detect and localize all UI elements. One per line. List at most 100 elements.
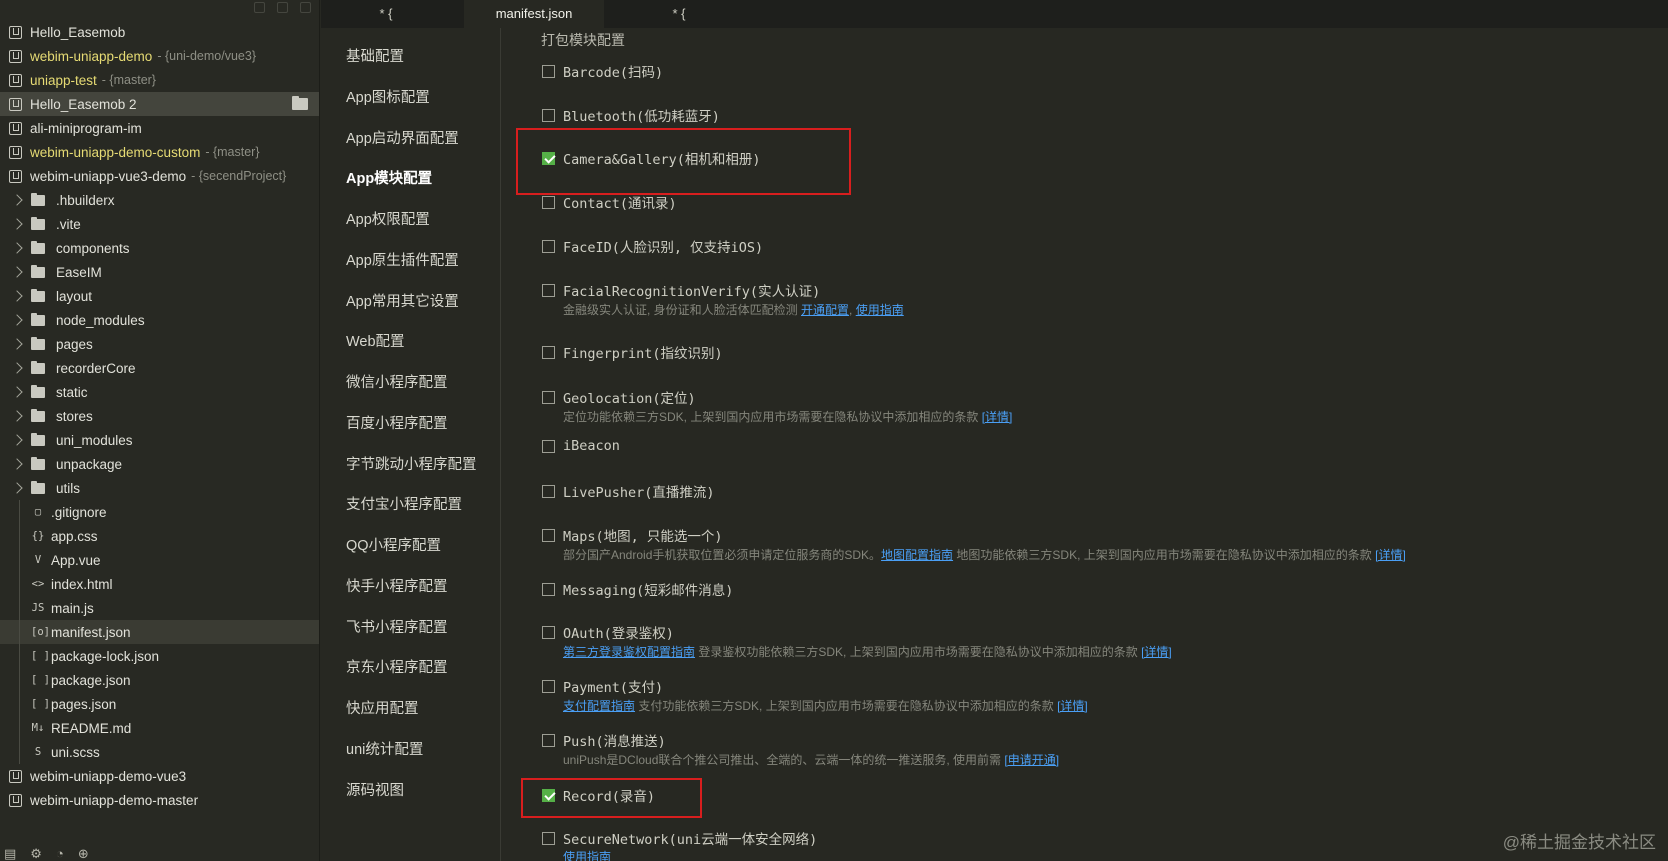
checkbox[interactable] [542,195,555,209]
project-row[interactable]: webim-uniapp-vue3-demo - {secendProject} [0,164,319,188]
link-usage-guide[interactable]: 使用指南 [563,850,611,861]
nav-app-other[interactable]: App常用其它设置 [346,290,459,311]
link-oauth-guide[interactable]: 第三方登录鉴权配置指南 [563,645,695,659]
link-map-guide[interactable]: 地图配置指南 [881,548,953,562]
module-securenetwork[interactable]: SecureNetwork(uni云端一体安全网络) [542,828,817,848]
file-row[interactable]: M↓ README.md [0,716,319,740]
project-row[interactable]: ali-miniprogram-im [0,116,319,140]
checkbox[interactable] [542,831,555,845]
panel-icon[interactable]: ▤ [4,847,16,861]
file-row-selected[interactable]: [o] manifest.json [0,620,319,644]
checkbox[interactable] [542,625,555,639]
folder-row[interactable]: pages [0,332,319,356]
module-livepusher[interactable]: LivePusher(直播推流) [542,481,715,501]
module-geolocation[interactable]: Geolocation(定位) [542,387,696,407]
checkbox[interactable] [542,679,555,693]
checkbox[interactable] [542,64,555,78]
checkbox[interactable] [542,283,555,297]
nav-web[interactable]: Web配置 [346,330,405,351]
nav-source-view[interactable]: 源码视图 [346,779,404,800]
folder-row[interactable]: node_modules [0,308,319,332]
nav-feishu[interactable]: 飞书小程序配置 [346,616,448,637]
file-row[interactable]: [ ] pages.json [0,692,319,716]
module-ibeacon[interactable]: iBeacon [542,438,620,454]
project-row-selected[interactable]: Hello_Easemob 2 [0,92,319,116]
module-oauth[interactable]: OAuth(登录鉴权) [542,622,674,642]
checkbox[interactable] [542,108,555,122]
folder-row[interactable]: utils [0,476,319,500]
checkbox[interactable] [542,528,555,542]
project-row[interactable]: webim-uniapp-demo-master [0,788,319,812]
sync-icon[interactable]: ◔ [56,847,64,861]
editor-tab[interactable]: * { [604,0,754,28]
link-enable-config[interactable]: 开通配置 [801,303,849,317]
file-row[interactable]: {} app.css [0,524,319,548]
project-row[interactable]: webim-uniapp-demo - {uni-demo/vue3} [0,44,319,68]
file-row[interactable]: JS main.js [0,596,319,620]
nav-app-modules[interactable]: App模块配置 [346,167,432,188]
link-usage-guide[interactable]: 使用指南 [856,303,904,317]
link-details[interactable]: [详情] [1057,699,1088,713]
nav-quickapp[interactable]: 快应用配置 [346,697,419,718]
open-folder-icon[interactable] [292,96,308,110]
nav-app-permissions[interactable]: App权限配置 [346,208,430,229]
module-maps[interactable]: Maps(地图, 只能选一个) [542,525,723,545]
checkbox[interactable] [542,345,555,359]
globe-icon[interactable]: ⊕ [78,847,89,861]
file-row[interactable]: [ ] package.json [0,668,319,692]
new-file-icon[interactable] [277,2,288,13]
nav-basic[interactable]: 基础配置 [346,45,404,66]
project-row[interactable]: webim-uniapp-demo-custom - {master} [0,140,319,164]
module-faceid[interactable]: FaceID(人脸识别, 仅支持iOS) [542,236,763,256]
nav-kuaishou[interactable]: 快手小程序配置 [346,575,448,596]
nav-app-icon[interactable]: App图标配置 [346,86,430,107]
link-payment-guide[interactable]: 支付配置指南 [563,699,635,713]
folder-row[interactable]: .hbuilderx [0,188,319,212]
checkbox[interactable] [542,733,555,747]
nav-alipay[interactable]: 支付宝小程序配置 [346,493,462,514]
folder-row[interactable]: uni_modules [0,428,319,452]
nav-qq[interactable]: QQ小程序配置 [346,534,441,555]
folder-row[interactable]: components [0,236,319,260]
folder-row[interactable]: EaseIM [0,260,319,284]
folder-row[interactable]: .vite [0,212,319,236]
module-contact[interactable]: Contact(通讯录) [542,192,677,212]
module-bluetooth[interactable]: Bluetooth(低功耗蓝牙) [542,105,720,125]
checkbox[interactable] [542,484,555,498]
nav-jd[interactable]: 京东小程序配置 [346,656,448,677]
nav-uni-stat[interactable]: uni统计配置 [346,738,423,759]
checkbox[interactable] [542,239,555,253]
file-row[interactable]: ▢ .gitignore [0,500,319,524]
link-details[interactable]: [详情] [1375,548,1406,562]
module-fingerprint[interactable]: Fingerprint(指纹识别) [542,342,723,362]
nav-app-splash[interactable]: App启动界面配置 [346,127,459,148]
file-row[interactable]: Suni.scss [0,740,319,764]
file-row[interactable]: V App.vue [0,548,319,572]
module-push[interactable]: Push(消息推送) [542,730,666,750]
project-row[interactable]: uniapp-test - {master} [0,68,319,92]
editor-tab-manifest[interactable]: manifest.json [464,0,604,28]
file-row[interactable]: <> index.html [0,572,319,596]
project-row[interactable]: Hello_Easemob [0,20,319,44]
checkbox[interactable] [542,439,555,453]
nav-app-native-plugins[interactable]: App原生插件配置 [346,249,459,270]
module-barcode[interactable]: Barcode(扫码) [542,61,663,81]
menu-icon[interactable] [300,2,311,13]
link-details[interactable]: [详情] [1141,645,1172,659]
collapse-icon[interactable] [254,2,265,13]
folder-row[interactable]: stores [0,404,319,428]
folder-row[interactable]: static [0,380,319,404]
file-row[interactable]: [ ] package-lock.json [0,644,319,668]
folder-row[interactable]: layout [0,284,319,308]
link-apply[interactable]: [申请开通] [1004,753,1059,767]
link-details[interactable]: [详情] [982,410,1013,424]
editor-tab[interactable]: * { [321,0,451,28]
nav-baidu[interactable]: 百度小程序配置 [346,412,448,433]
nav-toutiao[interactable]: 字节跳动小程序配置 [346,453,477,474]
nav-weixin[interactable]: 微信小程序配置 [346,371,448,392]
debug-icon[interactable]: ⚙ [30,847,42,861]
module-payment[interactable]: Payment(支付) [542,676,663,696]
folder-row[interactable]: unpackage [0,452,319,476]
project-row[interactable]: webim-uniapp-demo-vue3 [0,764,319,788]
module-messaging[interactable]: Messaging(短彩邮件消息) [542,579,733,599]
